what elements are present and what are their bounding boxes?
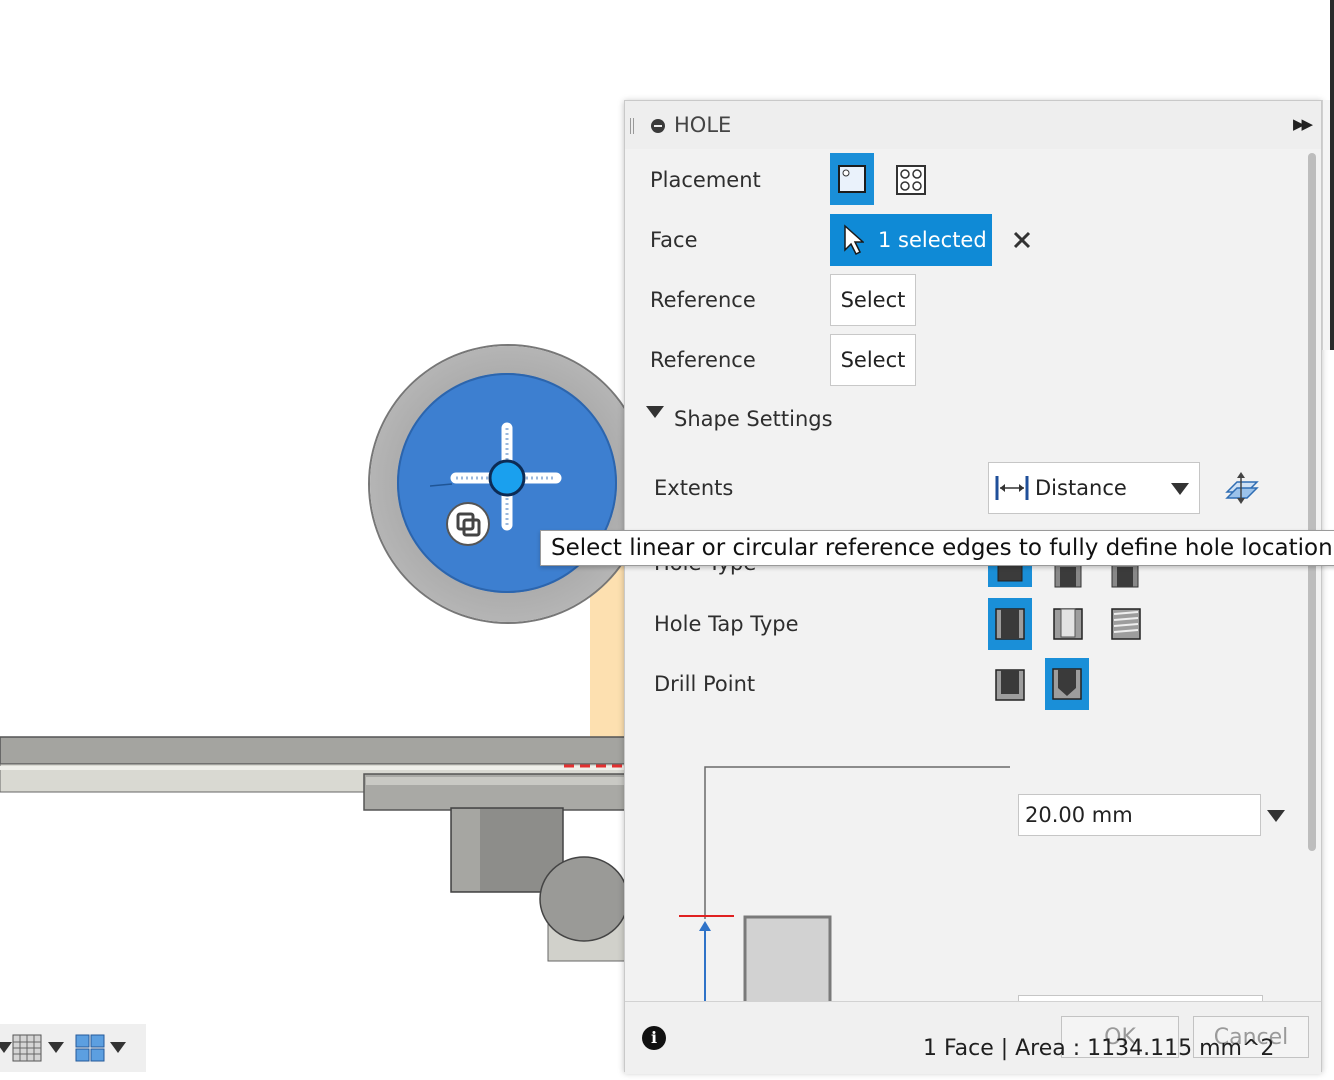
reference-tooltip: Select linear or circular reference edge… bbox=[540, 530, 1334, 566]
flat-drill-point-icon[interactable] bbox=[993, 668, 1027, 702]
display-toolbar bbox=[0, 1024, 146, 1072]
hole-dialog: HOLE ▶▶ Placement Face 1 selected Refere… bbox=[624, 100, 1322, 1074]
shape-settings-label: Shape Settings bbox=[674, 407, 833, 431]
tapped-icon[interactable] bbox=[1109, 606, 1143, 642]
face-label: Face bbox=[650, 228, 698, 252]
cursor-arrow-icon bbox=[844, 224, 864, 256]
multiple-holes-button[interactable] bbox=[889, 153, 933, 205]
dialog-header[interactable]: HOLE ▶▶ bbox=[625, 101, 1321, 150]
scrollbar-thumb[interactable] bbox=[1308, 153, 1316, 851]
dialog-body: Placement Face 1 selected Reference Sele… bbox=[625, 149, 1321, 1001]
model-plate[interactable] bbox=[0, 736, 641, 765]
viewports-icon[interactable] bbox=[75, 1034, 105, 1062]
selection-status: 1 Face | Area : 1134.115 mm^2 bbox=[923, 1036, 1275, 1061]
model-knob[interactable] bbox=[539, 856, 629, 942]
face-selection-text: 1 selected bbox=[878, 228, 987, 252]
reference-2-label: Reference bbox=[650, 348, 756, 372]
single-hole-button[interactable] bbox=[830, 153, 874, 205]
face-selection-button[interactable]: 1 selected bbox=[830, 214, 992, 266]
flip-direction-icon[interactable] bbox=[1223, 470, 1259, 504]
simple-tap-button[interactable] bbox=[988, 598, 1032, 650]
distance-icon bbox=[995, 476, 1029, 500]
collapse-arrow-icon bbox=[646, 406, 664, 418]
depth-input[interactable]: 20.00 mm bbox=[1018, 794, 1261, 836]
extents-value: Distance bbox=[1035, 476, 1127, 500]
extents-label: Extents bbox=[654, 476, 734, 500]
hole-feature-icon bbox=[651, 119, 665, 133]
drag-grip-icon[interactable] bbox=[630, 118, 634, 134]
reference-1-select-button[interactable]: Select bbox=[830, 274, 916, 326]
viewports-chevron-icon[interactable] bbox=[110, 1042, 126, 1053]
reference-2-select-button[interactable]: Select bbox=[830, 334, 916, 386]
grid-chevron-icon[interactable] bbox=[48, 1042, 64, 1053]
simple-tap-icon bbox=[995, 608, 1025, 640]
hole-preview-diagram bbox=[679, 766, 1010, 1001]
window-border bbox=[1330, 0, 1334, 350]
dialog-scrollbar[interactable] bbox=[1306, 149, 1316, 1001]
dialog-title: HOLE bbox=[674, 113, 732, 137]
expand-panel-icon[interactable]: ▶▶ bbox=[1293, 115, 1313, 133]
info-icon[interactable]: i bbox=[642, 1026, 666, 1050]
drill-point-label: Drill Point bbox=[654, 672, 756, 696]
angled-drill-point-icon bbox=[1052, 668, 1082, 700]
multiple-holes-icon bbox=[896, 165, 926, 195]
dialog-footer: i OK Cancel 1 Face | Area : 1134.115 mm^… bbox=[625, 1001, 1321, 1074]
grid-display-icon[interactable] bbox=[12, 1034, 42, 1062]
placement-label: Placement bbox=[650, 168, 761, 192]
extents-dropdown[interactable]: Distance bbox=[988, 462, 1200, 514]
chevron-down-icon bbox=[1171, 483, 1189, 495]
chevron-down-icon[interactable] bbox=[0, 1042, 12, 1053]
single-hole-icon bbox=[838, 165, 866, 193]
clear-selection-icon[interactable] bbox=[1012, 230, 1032, 250]
hole-tap-type-label: Hole Tap Type bbox=[654, 612, 799, 636]
reference-1-label: Reference bbox=[650, 288, 756, 312]
depth-menu-chevron-icon[interactable] bbox=[1267, 810, 1285, 822]
angled-drill-point-button[interactable] bbox=[1045, 658, 1089, 710]
clearance-tap-icon[interactable] bbox=[1051, 606, 1085, 642]
